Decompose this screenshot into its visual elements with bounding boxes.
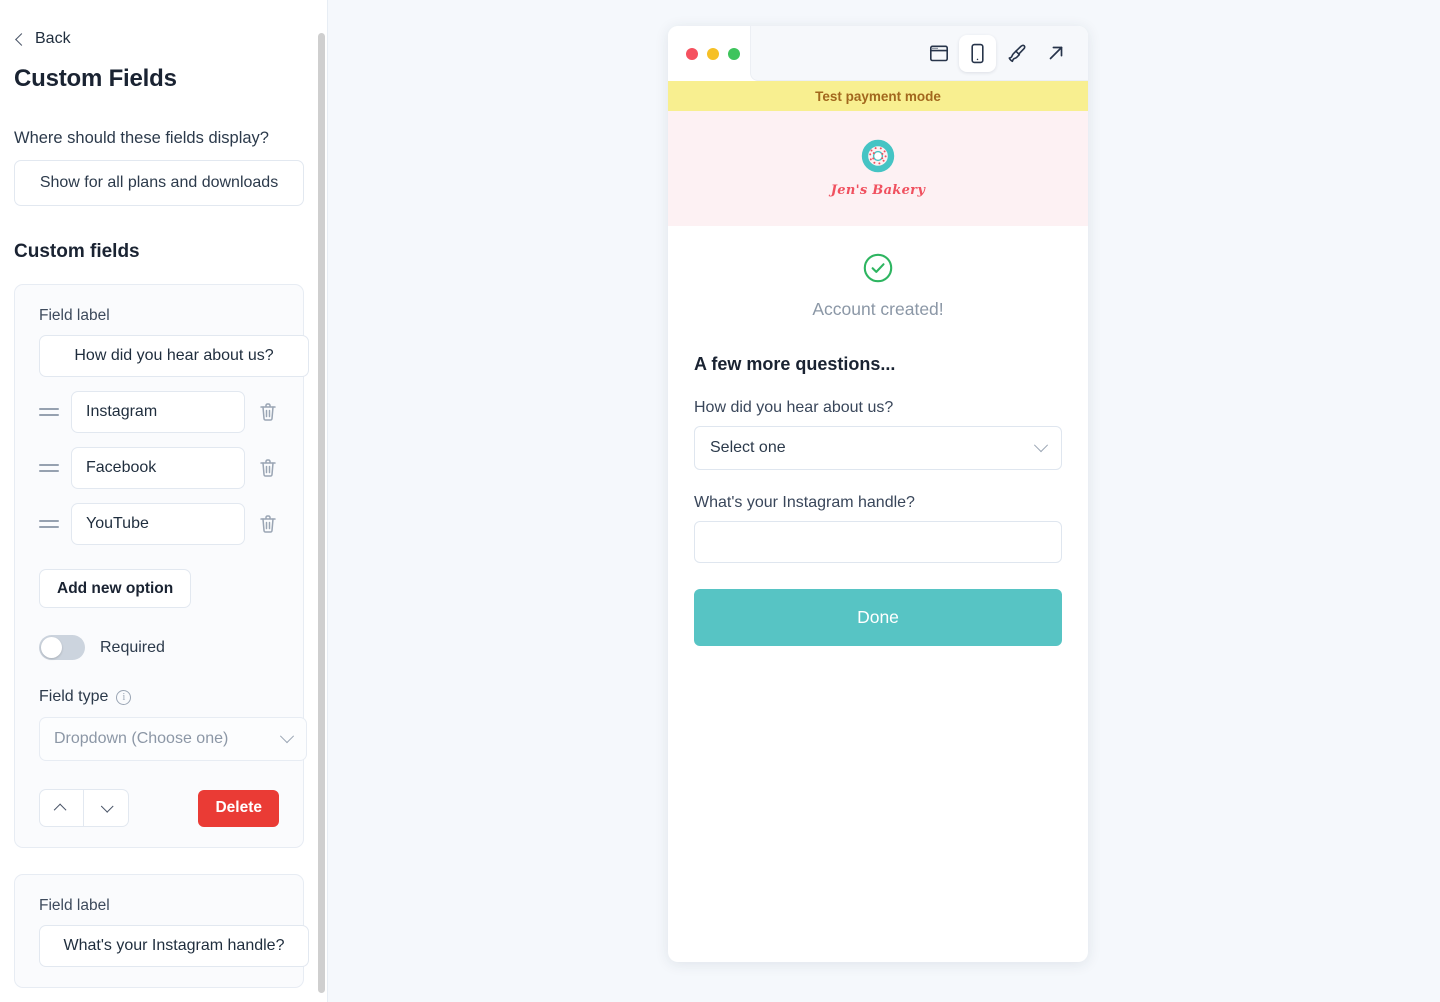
brand-logo-band: Jen's Bakery [668,111,1088,226]
hear-about-us-select[interactable]: Select one [694,426,1062,470]
display-scope-value: Show for all plans and downloads [39,174,279,191]
close-dot-icon[interactable] [686,47,698,60]
option-input[interactable]: Instagram [71,391,245,433]
card-footer: Delete [15,789,303,827]
back-label: Back [35,30,71,47]
toggle-knob [41,637,62,658]
arrow-up-right-icon[interactable] [1037,35,1074,72]
reorder-stepper [39,789,129,827]
field-type-value: Dropdown (Choose one) [54,730,229,747]
preview-field-label: How did you hear about us? [694,399,894,416]
field-label-input[interactable]: What's your Instagram handle? [39,925,309,967]
custom-field-card: Field label How did you hear about us? I… [14,284,309,848]
field-type-select[interactable]: Dropdown (Choose one) [39,717,307,761]
option-row: Instagram [15,391,303,433]
preview-field-label: What's your Instagram handle? [694,494,915,511]
form-heading: A few more questions... [694,354,896,374]
back-button[interactable]: Back [14,30,306,48]
trash-icon[interactable] [257,400,279,424]
done-button[interactable]: Done [694,589,1062,646]
required-label: Required [100,638,165,656]
hear-about-us-value: Select one [710,439,786,456]
required-toggle-row: Required [15,635,303,660]
preview-body: Account created! A few more questions...… [668,226,1088,646]
window-controls [668,26,750,81]
display-scope-select[interactable]: Show for all plans and downloads [14,160,304,206]
desktop-browser-icon[interactable] [920,35,957,72]
move-up-button[interactable] [39,789,84,827]
option-input[interactable]: YouTube [71,503,245,545]
add-option-wrap: Add new option [15,569,303,608]
check-circle-icon [862,252,894,289]
trash-icon[interactable] [257,512,279,536]
field-label-value: How did you hear about us? [74,347,274,364]
add-new-option-label: Add new option [57,579,174,597]
required-toggle[interactable] [39,635,85,660]
page-title: Custom Fields [14,65,177,92]
mobile-phone-icon[interactable] [959,34,996,72]
field-type-label: Field type [39,688,109,705]
success-text: Account created! [812,299,944,319]
move-down-button[interactable] [84,789,129,827]
minimize-dot-icon[interactable] [707,47,719,60]
delete-field-button[interactable]: Delete [198,789,279,827]
scrollbar-thumb[interactable] [318,33,325,993]
add-new-option-button[interactable]: Add new option [39,569,192,608]
option-row: YouTube [15,503,303,545]
preview-window: Test payment mode Jen's Bakery Account c… [668,26,1088,962]
custom-fields-sidebar: Back Custom Fields Where should these fi… [0,0,328,1002]
success-block: Account created! [694,252,1062,320]
chevron-down-icon [1033,438,1049,453]
chevron-up-icon [53,803,67,816]
preview-titlebar [668,26,1088,81]
field-label-caption: Field label [39,307,110,324]
display-question-label: Where should these fields display? [14,129,269,147]
option-input[interactable]: Facebook [71,447,245,489]
drag-handle-icon[interactable] [39,405,59,419]
field-label-group: Field label How did you hear about us? [15,307,309,377]
option-row: Facebook [15,447,303,489]
test-mode-banner: Test payment mode [668,81,1088,111]
chevron-down-icon [100,799,114,813]
drag-handle-icon[interactable] [39,461,59,475]
chevron-left-icon [15,32,28,46]
brand-name: Jen's Bakery [830,183,926,198]
custom-field-card: Field label What's your Instagram handle… [14,874,309,988]
option-value: YouTube [86,515,149,532]
field-label-input[interactable]: How did you hear about us? [39,335,309,377]
app-root: Back Custom Fields Where should these fi… [0,0,1440,1002]
field-label-caption: Field label [39,897,110,914]
donut-icon [861,139,895,178]
drag-handle-icon[interactable] [39,517,59,531]
maximize-dot-icon[interactable] [728,47,740,60]
chevron-down-icon [279,729,295,744]
option-value: Facebook [86,459,157,476]
info-icon[interactable]: i [116,689,132,705]
paintbrush-icon[interactable] [998,35,1035,72]
instagram-handle-input[interactable] [694,521,1062,563]
sidebar-content: Back Custom Fields Where should these fi… [0,0,320,1002]
sidebar-scrollbar[interactable] [312,0,326,1002]
field-label-group: Field label What's your Instagram handle… [15,897,309,967]
trash-icon[interactable] [257,456,279,480]
option-value: Instagram [86,403,158,420]
field-label-value: What's your Instagram handle? [63,937,285,954]
preview-toolbar [750,26,1088,81]
custom-fields-section-title: Custom fields [14,241,140,262]
field-type-row: Field type i [15,688,303,706]
